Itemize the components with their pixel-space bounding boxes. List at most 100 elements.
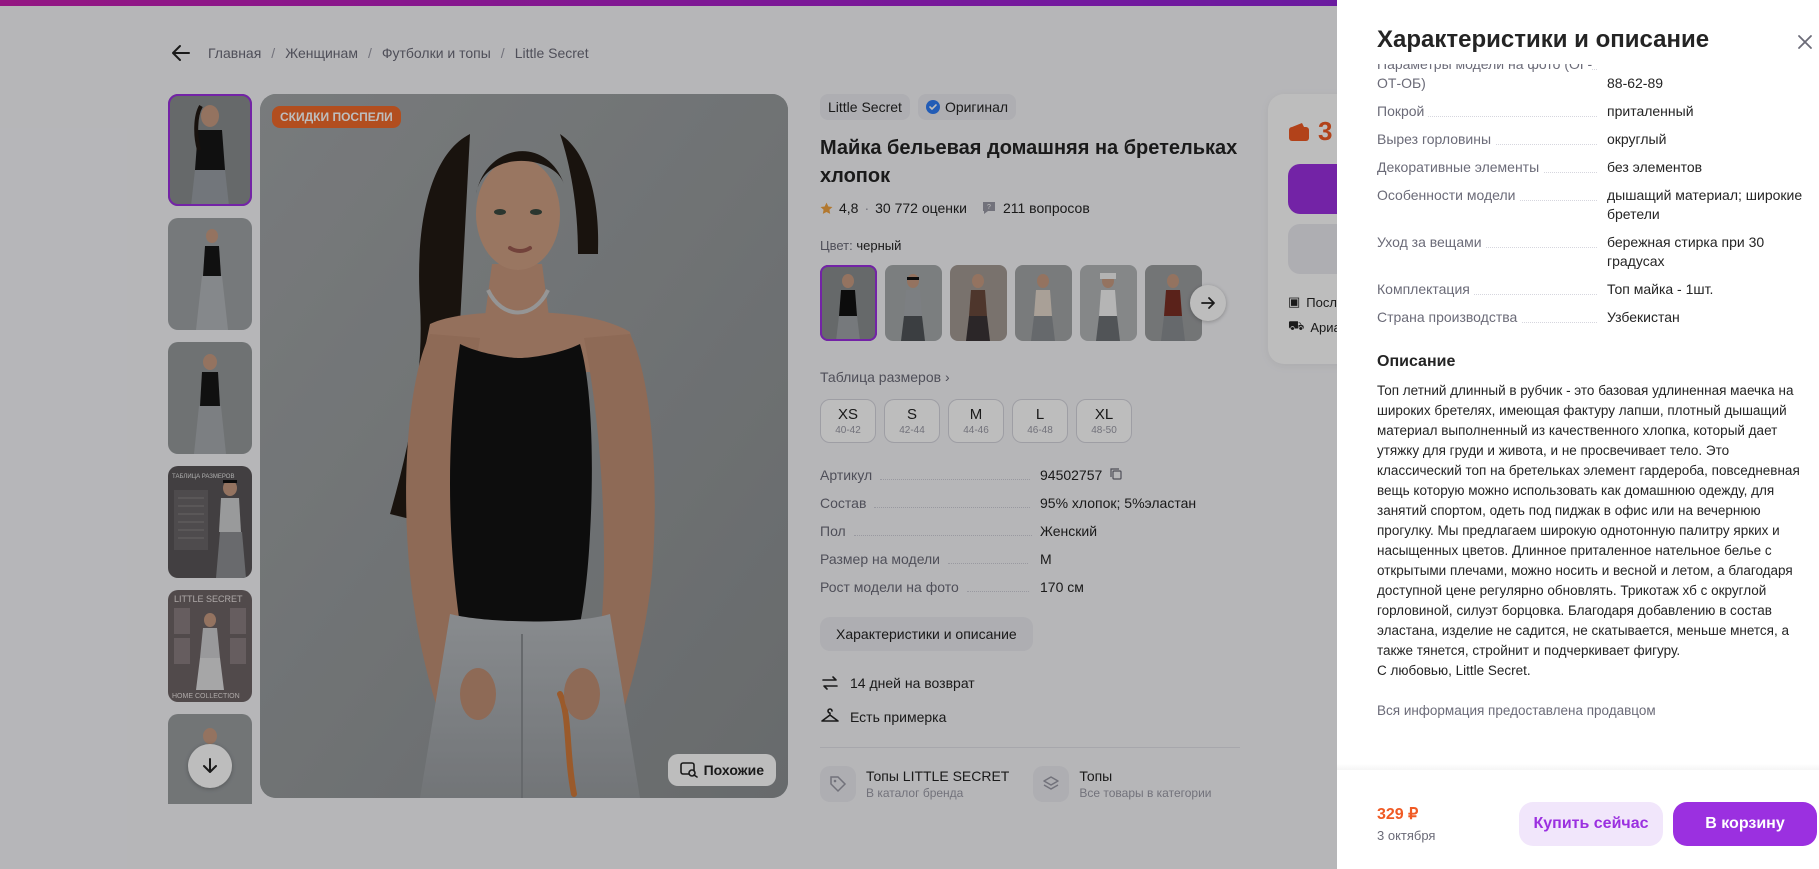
characteristic-row: Параметры модели на фото (ОГ-ОТ-ОБ) 88-6… bbox=[1377, 64, 1807, 93]
rating-value: 4,8 bbox=[839, 200, 859, 216]
breadcrumb-separator: / bbox=[500, 45, 505, 61]
original-tag: Оригинал bbox=[917, 94, 1017, 120]
brand-tag[interactable]: Little Secret bbox=[820, 94, 910, 120]
thumbnail-size-table[interactable]: ТАБЛИЦА РАЗМЕРОВ bbox=[168, 466, 252, 578]
color-swatches bbox=[820, 265, 1240, 341]
characteristic-value: бережная стирка при 30 градусах bbox=[1607, 234, 1765, 269]
characteristic-row: Комплектация Топ майка - 1шт. bbox=[1377, 280, 1807, 299]
size-option-s[interactable]: S 42-44 bbox=[884, 399, 940, 443]
sale-badge: СКИДКИ ПОСПЕЛИ bbox=[272, 106, 401, 128]
size-option-xl[interactable]: XL 48-50 bbox=[1076, 399, 1132, 443]
footer-delivery-date: 3 октября bbox=[1377, 828, 1436, 843]
similar-button-label: Похожие bbox=[703, 762, 764, 778]
size-table-link[interactable]: Таблица размеров › bbox=[820, 369, 1240, 385]
seller-note: Вся информация предоставлена продавцом bbox=[1377, 703, 1656, 718]
brand-links: Топы LITTLE SECRET В каталог бренда Топы В… bbox=[820, 766, 1240, 802]
perk-fitting-label: Есть примерка bbox=[850, 709, 947, 725]
size-option-m[interactable]: M 44-46 bbox=[948, 399, 1004, 443]
characteristic-row: Уход за вещами бережная стирка при 30 гр… bbox=[1377, 233, 1807, 271]
arrow-right-icon bbox=[1201, 297, 1215, 309]
color-label: Цвет: черный bbox=[820, 238, 1240, 253]
color-swatch-brown[interactable] bbox=[950, 265, 1007, 341]
size-range: 46-48 bbox=[1027, 425, 1053, 436]
param-value: 94502757 bbox=[1040, 467, 1122, 483]
characteristic-row: Вырез горловины округлый bbox=[1377, 130, 1807, 149]
size-label: M bbox=[969, 406, 983, 423]
characteristic-key: Комплектация bbox=[1377, 280, 1607, 299]
wallet-icon bbox=[1289, 122, 1309, 141]
star-icon bbox=[820, 202, 833, 214]
size-range: 42-44 bbox=[899, 425, 925, 436]
characteristic-value: округлый bbox=[1607, 131, 1667, 147]
breadcrumb-separator: / bbox=[271, 45, 276, 61]
tag-icon bbox=[820, 766, 856, 802]
color-swatch-beige[interactable] bbox=[1015, 265, 1072, 341]
category-subtitle: Все товары в категории bbox=[1079, 786, 1212, 800]
breadcrumb-item-home[interactable]: Главная bbox=[208, 45, 261, 61]
size-option-xs[interactable]: XS 40-42 bbox=[820, 399, 876, 443]
breadcrumb-item-brand[interactable]: Little Secret bbox=[515, 45, 589, 61]
thumbnail-collection[interactable]: LITTLE SECRET HOME COLLECTION bbox=[168, 590, 252, 702]
perk-returns-label: 14 дней на возврат bbox=[850, 675, 975, 691]
param-leader bbox=[880, 479, 1031, 480]
color-swatch-black[interactable] bbox=[820, 265, 877, 341]
size-option-l[interactable]: L 46-48 bbox=[1012, 399, 1068, 443]
buy-now-button[interactable]: Купить сейчас bbox=[1519, 802, 1663, 846]
divider bbox=[820, 747, 1240, 748]
reviews-count[interactable]: 30 772 оценки bbox=[875, 200, 967, 216]
color-swatch-white[interactable] bbox=[1080, 265, 1137, 341]
characteristics-button[interactable]: Характеристики и описание bbox=[820, 617, 1033, 651]
arrow-down-icon bbox=[203, 758, 217, 773]
description-title: Описание bbox=[1377, 353, 1456, 370]
color-swatch-gray[interactable] bbox=[885, 265, 942, 341]
param-value: Женский bbox=[1040, 523, 1098, 539]
characteristic-row: Особенности модели дышащий материал; шир… bbox=[1377, 186, 1807, 224]
brand-catalog-link[interactable]: Топы LITTLE SECRET В каталог бренда bbox=[820, 766, 1009, 802]
back-arrow-icon[interactable] bbox=[170, 42, 192, 64]
thumbnail-1[interactable] bbox=[168, 94, 252, 206]
thumbnail-2[interactable] bbox=[168, 218, 252, 330]
category-title: Топы bbox=[1079, 768, 1113, 784]
buy-card-row-text: Посл bbox=[1306, 294, 1337, 310]
swatches-next-button[interactable] bbox=[1190, 285, 1226, 321]
footer-price: 329 ₽ bbox=[1377, 806, 1419, 823]
main-product-image[interactable]: СКИДКИ ПОСПЕЛИ Похожие bbox=[260, 94, 788, 798]
thumbnails-scroll-down-button[interactable] bbox=[188, 744, 232, 788]
panel-title: Характеристики и описание bbox=[1377, 26, 1710, 53]
breadcrumb-item-women[interactable]: Женщинам bbox=[285, 45, 358, 61]
rating-row: 4,8 · 30 772 оценки ? 211 вопросов bbox=[820, 200, 1240, 216]
characteristic-value: приталенный bbox=[1607, 103, 1694, 119]
description-text: Топ летний длинный в рубчик - это базова… bbox=[1377, 381, 1807, 681]
param-row: Артикул 94502757 bbox=[820, 467, 1240, 495]
size-options: XS 40-42 S 42-44 M 44-46 L 46-48 XL 48-50 bbox=[820, 399, 1240, 443]
param-row: Рост модели на фото 170 см bbox=[820, 579, 1240, 607]
rating-dot: · bbox=[864, 200, 870, 216]
characteristic-key: Страна производства bbox=[1377, 308, 1607, 327]
questions-count[interactable]: 211 вопросов bbox=[1003, 200, 1090, 216]
size-table-label: Таблица размеров bbox=[820, 369, 942, 385]
breadcrumb-item-tshirts[interactable]: Футболки и топы bbox=[382, 45, 491, 61]
product-title: Майка бельевая домашняя на бретельках хл… bbox=[820, 137, 1238, 187]
breadcrumb: Главная / Женщинам / Футболки и топы / L… bbox=[170, 42, 589, 64]
characteristic-value: дышащий материал; широкие бретели bbox=[1607, 187, 1803, 222]
box-icon: ▣ bbox=[1288, 294, 1301, 309]
hanger-icon bbox=[821, 708, 839, 722]
truck-icon: ⛟ bbox=[1288, 318, 1305, 333]
copy-icon[interactable] bbox=[1110, 468, 1122, 480]
layers-icon bbox=[1033, 766, 1070, 802]
add-to-cart-button[interactable]: В корзину bbox=[1673, 802, 1817, 846]
characteristic-row: Покрой приталенный bbox=[1377, 102, 1807, 121]
param-key: Артикул bbox=[820, 467, 873, 483]
characteristic-value: 88-62-89 bbox=[1607, 75, 1664, 91]
category-link[interactable]: Топы Все товары в категории bbox=[1033, 766, 1212, 802]
article-number: 94502757 bbox=[1040, 467, 1103, 483]
similar-button[interactable]: Похожие bbox=[667, 754, 776, 786]
size-label: XS bbox=[837, 406, 858, 423]
thumbnail-caption: HOME COLLECTION bbox=[172, 693, 240, 700]
param-key: Рост модели на фото bbox=[820, 579, 959, 595]
characteristic-value: Узбекистан bbox=[1607, 309, 1680, 325]
param-leader bbox=[853, 535, 1032, 536]
close-icon[interactable] bbox=[1795, 32, 1815, 52]
thumbnail-3[interactable] bbox=[168, 342, 252, 454]
size-range: 40-42 bbox=[835, 425, 861, 436]
